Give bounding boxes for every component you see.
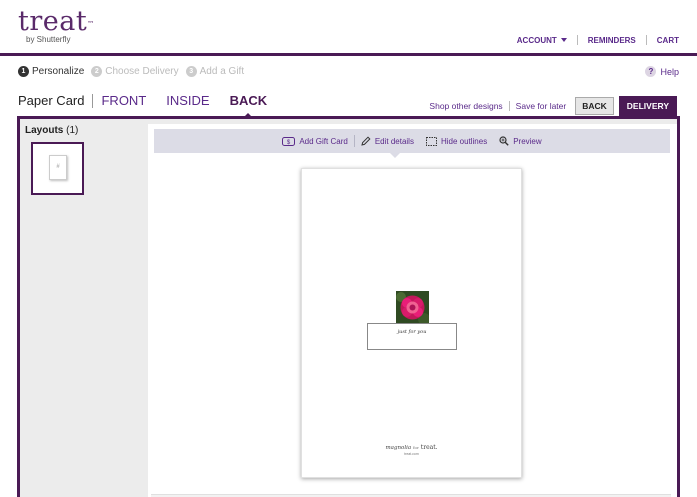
card-url: treat.com (404, 452, 419, 456)
layouts-title: Layouts (1) (25, 125, 78, 136)
toolbar-divider (353, 135, 355, 147)
brand-left: magnolia (385, 445, 412, 451)
flower-photo[interactable] (396, 291, 429, 324)
step-number-icon: 2 (91, 66, 103, 77)
card-brand-line: magnolia for treat. (302, 444, 521, 451)
step-number-icon: 3 (185, 66, 197, 77)
tab-back[interactable]: BACK (229, 93, 268, 119)
step-add-gift[interactable]: 3 Add a Gift (185, 66, 245, 77)
add-gift-card-button[interactable]: $ Add Gift Card (282, 136, 348, 146)
tab-inside[interactable]: INSIDE (166, 93, 209, 108)
step-number-icon: 1 (18, 66, 29, 77)
magnifier-icon (499, 136, 509, 146)
message-text-box[interactable]: just for you (367, 323, 457, 350)
message-text: just for you (397, 329, 427, 335)
tab-divider (92, 93, 94, 108)
caret-down-icon (560, 38, 567, 43)
treat-logo[interactable]: treat™ by Shutterfly (18, 8, 95, 45)
brand-mid: for (413, 445, 419, 450)
pencil-icon (361, 136, 371, 146)
shop-other-designs-link[interactable]: Shop other designs (429, 101, 502, 111)
help-link[interactable]: ? Help (645, 66, 679, 77)
brand-right: treat. (420, 444, 438, 451)
step-label: Add a Gift (199, 66, 245, 77)
delivery-button[interactable]: DELIVERY (618, 96, 677, 116)
hide-outlines-label: Hide outlines (440, 136, 488, 146)
editor-workspace: $ Add Gift Card Edit details Hide outlin… (148, 124, 677, 497)
layouts-panel: Layouts (1) # (20, 119, 144, 497)
preview-button[interactable]: Preview (499, 136, 542, 146)
layouts-title-text: Layouts (25, 125, 64, 136)
cart-link[interactable]: CART (657, 36, 679, 45)
save-for-later-link[interactable]: Save for later (516, 101, 567, 111)
edit-details-label: Edit details (374, 136, 414, 146)
logo-wordmark: treat™ (18, 8, 95, 36)
gift-card-icon: $ (282, 136, 296, 146)
preview-label: Preview (513, 136, 542, 146)
card-back-canvas: just for you magnolia for treat. treat.c… (301, 168, 522, 478)
editor-frame: Layouts (1) # $ Add Gift Card Edit detai… (17, 116, 680, 497)
layout-thumbnail[interactable]: # (31, 142, 84, 195)
step-label: Choose Delivery (105, 66, 179, 77)
design-actions: Shop other designs Save for later BACK D… (429, 96, 677, 116)
logo-subtitle: by Shutterfly (26, 35, 71, 44)
step-personalize[interactable]: 1 Personalize (18, 66, 84, 77)
card-type-label: Paper Card (18, 93, 85, 108)
header: treat™ by Shutterfly ACCOUNT REMINDERS C… (0, 0, 697, 56)
top-nav: ACCOUNT REMINDERS CART (517, 35, 679, 45)
add-gift-card-label: Add Gift Card (299, 136, 348, 146)
card-side-tabs: Paper Card FRONT INSIDE BACK (18, 93, 287, 119)
dashed-outline-icon (425, 136, 437, 146)
editor-toolbar: $ Add Gift Card Edit details Hide outlin… (154, 129, 670, 153)
tab-back-label: BACK (229, 93, 268, 108)
edit-details-button[interactable]: Edit details (361, 136, 414, 146)
card-footer-brand: magnolia for treat. treat.com (302, 444, 521, 456)
step-choose-delivery[interactable]: 2 Choose Delivery (91, 66, 179, 77)
reminders-link[interactable]: REMINDERS (588, 36, 636, 45)
account-label: ACCOUNT (516, 35, 557, 45)
layout-card-preview: # (49, 155, 67, 180)
nav-divider (645, 35, 647, 45)
toolbar-pointer-icon (390, 153, 400, 158)
svg-text:$: $ (287, 139, 291, 145)
hide-outlines-button[interactable]: Hide outlines (425, 136, 488, 146)
back-button[interactable]: BACK (575, 97, 614, 115)
progress-steps: 1 Personalize 2 Choose Delivery 3 Add a … (18, 66, 251, 77)
help-icon: ? (645, 66, 657, 77)
layouts-count: (1) (66, 125, 79, 136)
logo-word: treat (18, 6, 88, 37)
step-label: Personalize (32, 66, 85, 77)
nav-divider (576, 35, 578, 45)
tab-front[interactable]: FRONT (101, 93, 146, 108)
account-menu[interactable]: ACCOUNT (517, 36, 567, 45)
action-divider (508, 101, 510, 111)
logo-tm: ™ (87, 20, 95, 28)
help-label: Help (660, 66, 679, 77)
